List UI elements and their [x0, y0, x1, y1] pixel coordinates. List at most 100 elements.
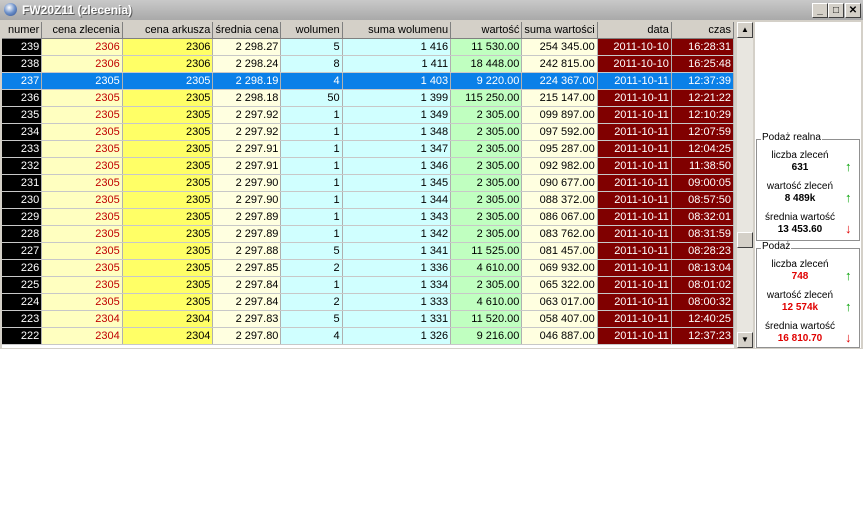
cell-order-price: 2305: [41, 174, 123, 192]
cell-volume-sum: 1 348: [342, 123, 452, 141]
cell-volume-sum: 1 411: [342, 55, 452, 73]
table-row[interactable]: 225 2305 2305 2 297.84 1 1 334 2 305.00 065 322…: [2, 276, 734, 294]
column-header-time[interactable]: czas: [671, 22, 734, 39]
cell-date: 2011-10-11: [597, 72, 672, 90]
scroll-thumb[interactable]: [737, 232, 753, 248]
cell-sheet-price: 2305: [122, 89, 214, 107]
cell-value: 9 220.00: [450, 72, 523, 90]
cell-value: 9 216.00: [450, 327, 523, 345]
cell-volume-sum: 1 331: [342, 310, 452, 328]
cell-value-sum: 058 407.00: [521, 310, 598, 328]
cell-volume-sum: 1 403: [342, 72, 452, 90]
cell-sheet-price: 2305: [122, 242, 214, 260]
cell-avg-price: 2 297.89: [212, 208, 282, 226]
column-header-volume-sum[interactable]: suma wolumenu: [342, 22, 452, 39]
cell-order-price: 2306: [41, 55, 123, 73]
cell-volume-sum: 1 341: [342, 242, 452, 260]
column-header-date[interactable]: data: [597, 22, 672, 39]
column-header-avg-price[interactable]: średnia cena: [212, 22, 282, 39]
cell-value: 18 448.00: [450, 55, 523, 73]
cell-volume: 1: [280, 208, 343, 226]
maximize-button[interactable]: □: [828, 3, 844, 18]
cell-time: 09:00:05: [671, 174, 734, 192]
cell-value-sum: 069 932.00: [521, 259, 598, 277]
cell-value: 2 305.00: [450, 225, 523, 243]
cell-value: 4 610.00: [450, 259, 523, 277]
cell-time: 16:28:31: [671, 38, 734, 56]
cell-sheet-price: 2305: [122, 72, 214, 90]
table-row[interactable]: 228 2305 2305 2 297.89 1 1 342 2 305.00 083 762…: [2, 225, 734, 243]
cell-number: 232: [2, 157, 43, 175]
vertical-scrollbar[interactable]: ▲ ▼: [737, 22, 753, 348]
cell-volume-sum: 1 416: [342, 38, 452, 56]
table-row[interactable]: 226 2305 2305 2 297.85 2 1 336 4 610.00 069 932…: [2, 259, 734, 277]
table-row[interactable]: 229 2305 2305 2 297.89 1 1 343 2 305.00 086 067…: [2, 208, 734, 226]
cell-volume-sum: 1 343: [342, 208, 452, 226]
column-header-value[interactable]: wartość: [450, 22, 523, 39]
cell-date: 2011-10-11: [597, 123, 672, 141]
orders-grid[interactable]: numer cena zlecenia cena arkusza średnia ce…: [2, 22, 734, 348]
scroll-up-arrow-icon[interactable]: ▲: [737, 22, 753, 38]
cell-order-price: 2305: [41, 72, 123, 90]
cell-value: 11 530.00: [450, 38, 523, 56]
cell-sheet-price: 2304: [122, 327, 214, 345]
cell-time: 08:32:01: [671, 208, 734, 226]
column-header-order-price[interactable]: cena zlecenia: [41, 22, 123, 39]
table-row[interactable]: 231 2305 2305 2 297.90 1 1 345 2 305.00 090 677…: [2, 174, 734, 192]
cell-volume-sum: 1 399: [342, 89, 452, 107]
real-count-value: 631: [791, 162, 809, 173]
cell-avg-price: 2 297.91: [212, 157, 282, 175]
cell-volume: 1: [280, 191, 343, 209]
cell-order-price: 2305: [41, 225, 123, 243]
cell-value: 2 305.00: [450, 276, 523, 294]
table-row[interactable]: 222 2304 2304 2 297.80 4 1 326 9 216.00 046 887…: [2, 327, 734, 345]
cell-value: 11 525.00: [450, 242, 523, 260]
table-row[interactable]: 239 2306 2306 2 298.27 5 1 416 11 530.00 254 34…: [2, 38, 734, 56]
table-row[interactable]: 237 2305 2305 2 298.19 4 1 403 9 220.00 224 367…: [2, 72, 734, 90]
table-row[interactable]: 230 2305 2305 2 297.90 1 1 344 2 305.00 088 372…: [2, 191, 734, 209]
cell-time: 12:07:59: [671, 123, 734, 141]
cell-order-price: 2305: [41, 293, 123, 311]
column-header-value-sum[interactable]: suma wartości: [521, 22, 598, 39]
table-row[interactable]: 238 2306 2306 2 298.24 8 1 411 18 448.00 242 81…: [2, 55, 734, 73]
supply-group: Podaż liczba zleceń 748 ↑ wartość zleceń…: [756, 241, 860, 348]
table-row[interactable]: 223 2304 2304 2 297.83 5 1 331 11 520.00 058 40…: [2, 310, 734, 328]
cell-date: 2011-10-11: [597, 310, 672, 328]
cell-volume: 1: [280, 225, 343, 243]
column-header-sheet-price[interactable]: cena arkusza: [122, 22, 214, 39]
table-row[interactable]: 236 2305 2305 2 298.18 50 1 399 115 250.00 215 …: [2, 89, 734, 107]
column-header-number[interactable]: numer: [2, 22, 43, 39]
table-row[interactable]: 233 2305 2305 2 297.91 1 1 347 2 305.00 095 287…: [2, 140, 734, 158]
cell-volume: 1: [280, 174, 343, 192]
cell-sheet-price: 2305: [122, 259, 214, 277]
real-supply-title: Podaż realna: [761, 132, 822, 143]
cell-volume: 1: [280, 157, 343, 175]
table-row[interactable]: 234 2305 2305 2 297.92 1 1 348 2 305.00 097 592…: [2, 123, 734, 141]
table-row[interactable]: 227 2305 2305 2 297.88 5 1 341 11 525.00 081 45…: [2, 242, 734, 260]
trend-up-icon: ↑: [845, 268, 852, 283]
table-row[interactable]: 235 2305 2305 2 297.92 1 1 349 2 305.00 099 897…: [2, 106, 734, 124]
table-row[interactable]: 232 2305 2305 2 297.91 1 1 346 2 305.00 092 982…: [2, 157, 734, 175]
cell-order-price: 2305: [41, 242, 123, 260]
cell-order-price: 2305: [41, 140, 123, 158]
cell-avg-price: 2 297.92: [212, 106, 282, 124]
cell-order-price: 2305: [41, 276, 123, 294]
close-button[interactable]: ✕: [845, 3, 861, 18]
cell-avg-price: 2 297.88: [212, 242, 282, 260]
scroll-down-arrow-icon[interactable]: ▼: [737, 332, 753, 348]
table-row[interactable]: 224 2305 2305 2 297.84 2 1 333 4 610.00 063 017…: [2, 293, 734, 311]
cell-sheet-price: 2305: [122, 123, 214, 141]
cell-order-price: 2305: [41, 157, 123, 175]
cell-volume-sum: 1 346: [342, 157, 452, 175]
minimize-button[interactable]: _: [812, 3, 828, 18]
cell-value-sum: 063 017.00: [521, 293, 598, 311]
cell-avg-price: 2 297.89: [212, 225, 282, 243]
cell-avg-price: 2 298.27: [212, 38, 282, 56]
cell-value: 4 610.00: [450, 293, 523, 311]
title-bar[interactable]: FW20Z11 (zlecenia) _ □ ✕: [0, 0, 863, 20]
cell-order-price: 2304: [41, 327, 123, 345]
cell-date: 2011-10-11: [597, 259, 672, 277]
cell-volume: 1: [280, 140, 343, 158]
cell-volume: 4: [280, 72, 343, 90]
column-header-volume[interactable]: wolumen: [280, 22, 343, 39]
